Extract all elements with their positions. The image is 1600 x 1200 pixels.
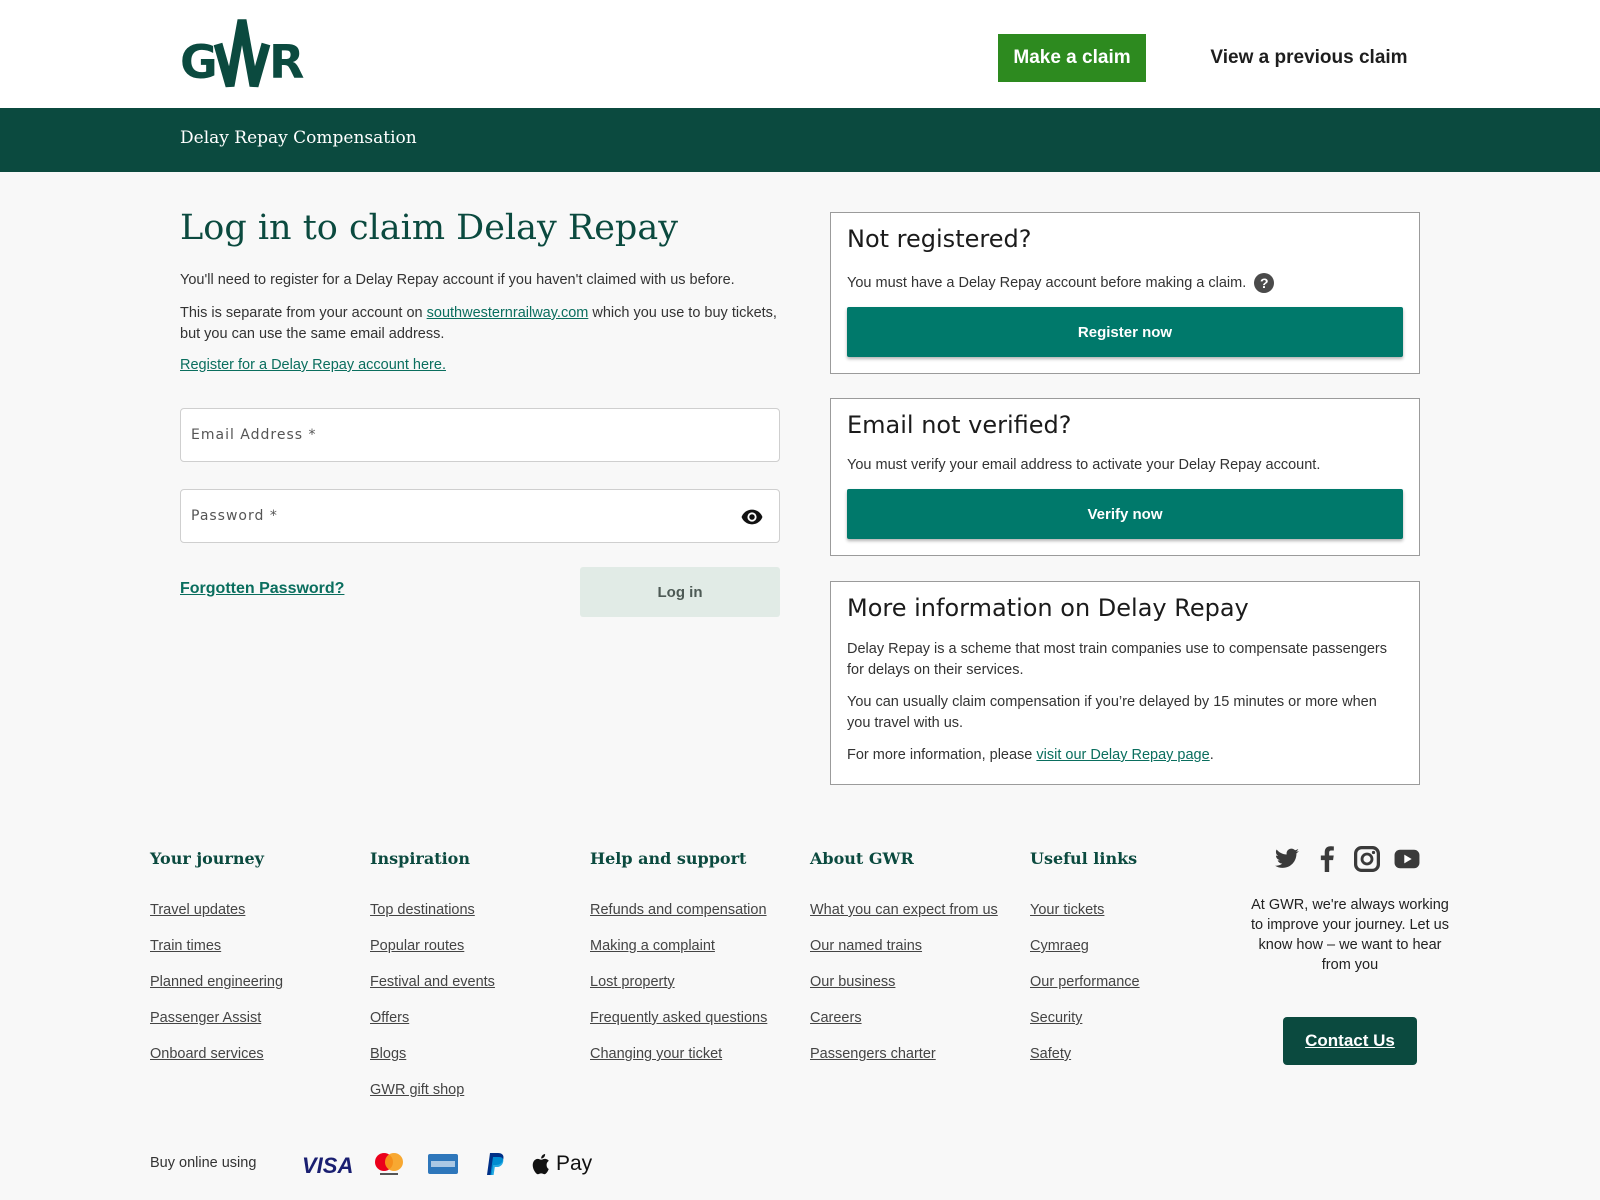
- section-title: Delay Repay Compensation: [180, 128, 417, 148]
- intro-text: You'll need to register for a Delay Repa…: [180, 272, 735, 288]
- not-registered-text: You must have a Delay Repay account befo…: [847, 273, 1397, 294]
- email-field: [180, 408, 780, 462]
- more-info-card: More information on Delay Repay Delay Re…: [830, 581, 1420, 785]
- footer-link[interactable]: Travel updates: [150, 902, 245, 918]
- more-info-title: More information on Delay Repay: [847, 594, 1249, 622]
- footer-column-inspiration: Inspiration Top destinations Popular rou…: [370, 849, 580, 1114]
- footer-heading: Your journey: [150, 849, 264, 868]
- verify-now-button[interactable]: Verify now: [847, 489, 1403, 539]
- footer-column-your-journey: Your journey Travel updates Train times …: [150, 849, 360, 1078]
- more-info-paragraph-2: You can usually claim compensation if yo…: [847, 694, 1377, 731]
- footer-link[interactable]: Festival and events: [370, 974, 495, 990]
- footer-link[interactable]: Safety: [1030, 1046, 1071, 1062]
- instagram-icon[interactable]: [1354, 846, 1380, 872]
- footer-link[interactable]: Changing your ticket: [590, 1046, 722, 1062]
- footer-link[interactable]: Our business: [810, 974, 895, 990]
- svg-text:VISA: VISA: [302, 1153, 353, 1178]
- footer-link[interactable]: Careers: [810, 1010, 862, 1026]
- contact-us-button[interactable]: Contact Us: [1283, 1017, 1417, 1065]
- not-registered-message: You must have a Delay Repay account befo…: [847, 275, 1247, 291]
- buy-online-label: Buy online using: [150, 1155, 257, 1171]
- footer-link[interactable]: Security: [1030, 1010, 1082, 1026]
- footer-heading: Inspiration: [370, 849, 470, 868]
- section-bar: Delay Repay Compensation: [0, 108, 1600, 172]
- footer-column-help-and-support: Help and support Refunds and compensatio…: [590, 849, 800, 1078]
- show-password-icon[interactable]: [741, 507, 763, 527]
- apple-pay-label: Pay: [556, 1152, 593, 1175]
- footer-link[interactable]: Onboard services: [150, 1046, 264, 1062]
- footer-link[interactable]: Cymraeg: [1030, 938, 1089, 954]
- separate-text-start: This is separate from your account on: [180, 305, 427, 321]
- footer-column-about-gwr: About GWR What you can expect from us Ou…: [810, 849, 1000, 1078]
- footer-link[interactable]: Our named trains: [810, 938, 922, 954]
- feedback-text: At GWR, we're always working to improve …: [1251, 897, 1449, 973]
- footer-link[interactable]: GWR gift shop: [370, 1082, 464, 1098]
- more-info-text-end: .: [1209, 747, 1214, 763]
- svg-text:G: G: [180, 35, 218, 88]
- more-info-paragraph-1: Delay Repay is a scheme that most train …: [847, 641, 1387, 678]
- footer-link[interactable]: Passenger Assist: [150, 1010, 261, 1026]
- footer-heading: About GWR: [810, 849, 914, 868]
- email-not-verified-title: Email not verified?: [847, 411, 1072, 439]
- american-express-icon: [428, 1154, 458, 1174]
- more-info-paragraph-3: For more information, please visit our D…: [847, 745, 1397, 766]
- page-title: Log in to claim Delay Repay: [180, 208, 678, 248]
- footer-link[interactable]: Blogs: [370, 1046, 406, 1062]
- footer-link[interactable]: Passengers charter: [810, 1046, 936, 1062]
- more-info-text-start: For more information, please: [847, 747, 1037, 763]
- footer-link[interactable]: Frequently asked questions: [590, 1010, 767, 1026]
- make-claim-button[interactable]: Make a claim: [998, 34, 1146, 82]
- login-button[interactable]: Log in: [580, 567, 780, 617]
- footer-heading: Help and support: [590, 849, 747, 868]
- footer-link[interactable]: Planned engineering: [150, 974, 283, 990]
- footer-link[interactable]: Making a complaint: [590, 938, 715, 954]
- gwr-logo[interactable]: G R: [180, 16, 310, 88]
- not-registered-title: Not registered?: [847, 225, 1032, 253]
- help-icon[interactable]: ?: [1254, 273, 1275, 294]
- register-account-link[interactable]: Register for a Delay Repay account here.: [180, 357, 446, 373]
- forgot-password-link[interactable]: Forgotten Password?: [180, 580, 344, 598]
- footer-heading: Useful links: [1030, 849, 1138, 868]
- swr-website-link[interactable]: southwesternrailway.com: [427, 305, 589, 321]
- password-field: [180, 489, 780, 543]
- social-links: [1274, 846, 1424, 876]
- footer-link[interactable]: Offers: [370, 1010, 409, 1026]
- footer-link[interactable]: Our performance: [1030, 974, 1140, 990]
- not-registered-card: Not registered? You must have a Delay Re…: [830, 212, 1420, 374]
- svg-text:R: R: [269, 35, 304, 88]
- mastercard-icon: [375, 1153, 403, 1175]
- separate-account-text: This is separate from your account on so…: [180, 303, 790, 345]
- delay-repay-page-link[interactable]: visit our Delay Repay page: [1036, 747, 1209, 763]
- twitter-icon[interactable]: [1274, 846, 1300, 872]
- visa-icon: VISA: [302, 1153, 353, 1178]
- footer-link[interactable]: Your tickets: [1030, 902, 1104, 918]
- email-not-verified-text: You must verify your email address to ac…: [847, 457, 1321, 473]
- facebook-icon[interactable]: [1314, 846, 1340, 872]
- view-previous-claim-link[interactable]: View a previous claim: [1200, 34, 1418, 82]
- site-header: G R Make a claim View a previous claim: [0, 0, 1600, 108]
- password-input[interactable]: [181, 490, 779, 542]
- footer-column-useful-links: Useful links Your tickets Cymraeg Our pe…: [1030, 849, 1240, 1078]
- register-now-button[interactable]: Register now: [847, 307, 1403, 357]
- email-input[interactable]: [181, 409, 779, 461]
- footer-link[interactable]: Popular routes: [370, 938, 464, 954]
- footer-link[interactable]: Refunds and compensation: [590, 902, 767, 918]
- footer-link[interactable]: Top destinations: [370, 902, 475, 918]
- footer-link[interactable]: What you can expect from us: [810, 902, 998, 918]
- apple-icon: [532, 1154, 549, 1175]
- youtube-icon[interactable]: [1394, 846, 1420, 872]
- email-not-verified-card: Email not verified? You must verify your…: [830, 398, 1420, 556]
- footer-link[interactable]: Train times: [150, 938, 221, 954]
- footer-link[interactable]: Lost property: [590, 974, 675, 990]
- paypal-icon: [487, 1153, 504, 1175]
